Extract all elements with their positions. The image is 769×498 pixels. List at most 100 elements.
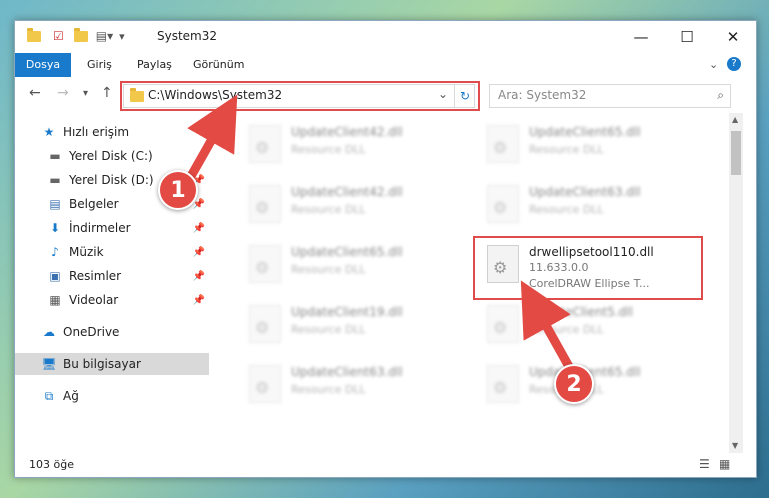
quick-access-toolbar: ☑ ▤▾ ▾ [27,27,125,43]
sidebar-item-label: Hızlı erişim [63,125,130,139]
file-name: UpdateClient42.dll [291,125,403,139]
sidebar-item-this-pc[interactable]: 🖥 Bu bilgisayar [15,353,209,375]
file-name: UpdateClient63.dll [529,185,641,199]
file-name: UpdateClient65.dll [291,245,403,259]
tab-share[interactable]: Paylaş [137,53,172,77]
dll-file-icon [487,185,519,223]
pin-icon[interactable]: 📌 [193,271,205,282]
sidebar-item-onedrive[interactable]: ☁ OneDrive [15,321,209,343]
file-name: UpdateClient63.dll [291,365,403,379]
network-icon: ⧉ [44,388,54,403]
sidebar-item-label: OneDrive [63,325,120,339]
download-icon: ⬇ [49,221,61,235]
pin-icon[interactable]: 📌 [193,295,205,306]
sidebar-item-label: Bu bilgisayar [63,357,141,371]
dll-file-icon [487,125,519,163]
sidebar-item-label: Belgeler [69,197,119,211]
file-item[interactable]: UpdateClient65.dll Resource DLL [239,239,459,287]
sidebar-item-pictures[interactable]: ▣ Resimler 📌 [15,265,209,287]
step-one-badge: 1 [158,170,198,210]
file-desc: Resource DLL [529,143,604,156]
video-icon: ▦ [49,293,61,307]
music-icon: ♪ [51,245,59,259]
address-highlight [120,81,480,111]
dll-file-icon [249,305,281,343]
drive-icon: ▬ [49,173,61,187]
forward-icon[interactable]: → [57,85,69,101]
sidebar-item-downloads[interactable]: ⬇ İndirmeler 📌 [15,217,209,239]
file-item[interactable]: UpdateClient63.dll Resource DLL [239,359,459,407]
scrollbar-thumb[interactable] [731,131,741,175]
pin-icon[interactable]: 📌 [193,223,205,234]
minimize-button[interactable]: — [618,21,664,53]
sidebar-item-quick-access[interactable]: ★ Hızlı erişim [15,121,209,143]
documents-icon: ▤ [49,197,61,211]
dll-file-icon [249,365,281,403]
up-icon[interactable]: ↑ [101,85,113,101]
file-item[interactable]: UpdateClient5.dll Resource DLL [477,299,697,347]
sidebar-item-label: Müzik [69,245,104,259]
dll-file-icon [249,185,281,223]
sidebar-item-label: İndirmeler [69,221,131,235]
search-box[interactable]: Ara: System32 ⌕ [489,84,731,108]
file-item[interactable]: UpdateClient42.dll Resource DLL [239,119,459,167]
computer-icon: 🖥 [41,357,57,371]
dll-file-icon [487,305,519,343]
scroll-down-icon[interactable]: ▼ [732,441,738,450]
search-icon[interactable]: ⌕ [717,88,724,103]
scroll-up-icon[interactable]: ▲ [732,115,738,124]
details-view-icon[interactable]: ☰ [699,457,710,471]
window-title: System32 [157,29,218,43]
chevron-down-icon[interactable]: ▾ [119,30,125,43]
file-desc: Resource DLL [291,143,366,156]
file-desc: Resource DLL [291,323,366,336]
sidebar-item-network[interactable]: ⧉ Ağ [15,385,209,407]
file-desc: Resource DLL [291,203,366,216]
dll-file-icon [249,125,281,163]
file-desc: Resource DLL [529,203,604,216]
maximize-button[interactable]: ☐ [664,21,710,53]
back-icon[interactable]: ← [29,85,41,101]
recent-locations-icon[interactable]: ▾ [83,88,88,99]
sidebar-item-label: Yerel Disk (D:) [69,173,154,187]
vertical-scrollbar[interactable]: ▲ ▼ [729,113,743,453]
file-item[interactable]: UpdateClient42.dll Resource DLL [239,179,459,227]
sidebar-item-label: Ağ [63,389,79,403]
file-item[interactable]: UpdateClient65.dll Resource DLL [477,119,697,167]
file-desc: Resource DLL [291,383,366,396]
search-input[interactable]: Ara: System32 [498,88,586,102]
file-highlight [473,236,703,300]
step-two-badge: 2 [554,364,594,404]
properties-icon[interactable]: ☑ [53,29,64,43]
sidebar-item-music[interactable]: ♪ Müzik 📌 [15,241,209,263]
star-icon: ★ [43,125,55,139]
sidebar-item-videos[interactable]: ▦ Videolar 📌 [15,289,209,311]
file-desc: Resource DLL [291,263,366,276]
sidebar-item-disk-c[interactable]: ▬ Yerel Disk (C:) [15,145,209,167]
help-icon[interactable]: ? [727,57,741,71]
file-item[interactable]: UpdateClient63.dll Resource DLL [477,179,697,227]
cloud-icon: ☁ [43,325,55,339]
close-button[interactable]: ✕ [710,21,756,53]
sidebar-item-label: Yerel Disk (C:) [69,149,153,163]
expand-ribbon-icon[interactable]: ⌄ [709,58,718,71]
customize-icon[interactable]: ▤▾ [96,29,113,43]
tab-home[interactable]: Giriş [87,53,112,77]
pictures-icon: ▣ [49,269,61,283]
new-folder-icon[interactable] [73,27,88,42]
sidebar-item-label: Videolar [69,293,119,307]
file-desc: Resource DLL [529,323,604,336]
drive-icon: ▬ [49,149,61,163]
folder-icon[interactable] [27,27,41,42]
status-bar: 103 öğe ☰ ▦ [15,453,756,477]
title-bar: ☑ ▤▾ ▾ System32 — ☐ ✕ [15,21,756,53]
file-name: UpdateClient5.dll [529,305,633,319]
tab-view[interactable]: Görünüm [193,53,244,77]
dll-file-icon [487,365,519,403]
file-item[interactable]: UpdateClient19.dll Resource DLL [239,299,459,347]
file-name: UpdateClient65.dll [529,125,641,139]
pin-icon[interactable]: 📌 [193,247,205,258]
tiles-view-icon[interactable]: ▦ [719,457,730,471]
dll-file-icon [249,245,281,283]
file-name: UpdateClient42.dll [291,185,403,199]
